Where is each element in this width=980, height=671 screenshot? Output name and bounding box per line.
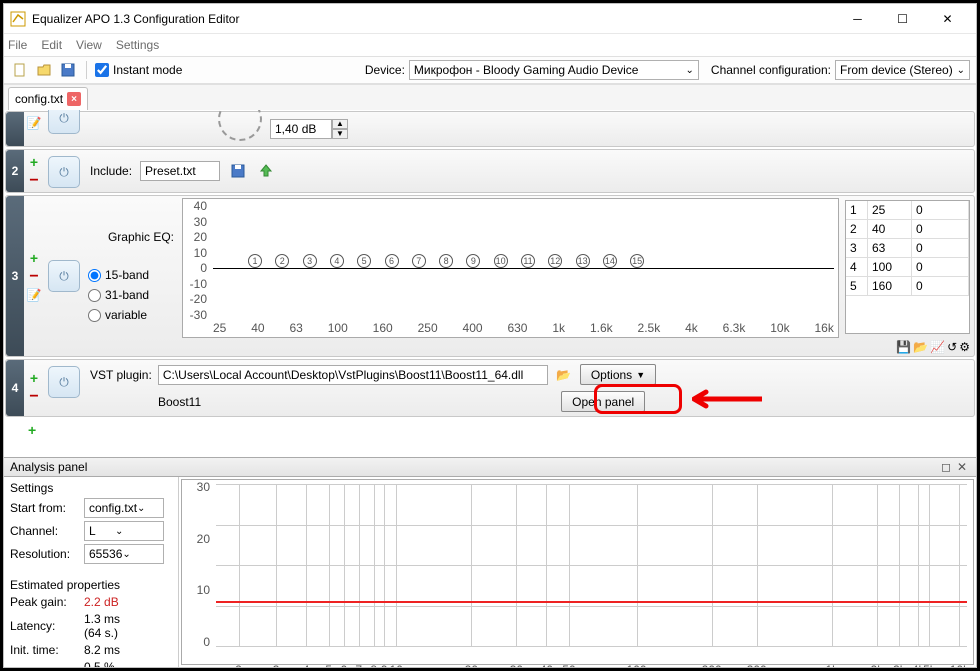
settings-heading: Settings [10, 481, 172, 495]
estimated-heading: Estimated properties [10, 578, 172, 592]
filter-row-3: 3 + − 📝 ⏻ Graphic EQ: 15-band 31-band va… [5, 195, 975, 357]
menu-file[interactable]: File [8, 38, 27, 52]
init-time-value: 8.2 ms [84, 643, 128, 657]
power-toggle[interactable]: ⏻ [48, 366, 80, 398]
remove-icon[interactable]: − [29, 268, 38, 286]
filter-row-2: 2 + − ⏻ Include: [5, 149, 975, 193]
save-icon[interactable]: 💾 [896, 340, 911, 354]
analysis-panel: Settings Start from: config.txt⌄ Channel… [4, 477, 976, 667]
channel-config-select[interactable]: From device (Stereo)⌄ [835, 60, 970, 80]
radio-variable[interactable]: variable [88, 308, 180, 322]
menu-edit[interactable]: Edit [41, 38, 62, 52]
tab-close-icon[interactable]: × [67, 92, 81, 106]
plugin-name: Boost11 [158, 395, 201, 409]
row-number [6, 112, 24, 146]
app-icon [10, 11, 26, 27]
include-label: Include: [90, 164, 132, 178]
power-toggle[interactable]: ⏻ [48, 260, 80, 292]
save-icon[interactable] [228, 161, 248, 181]
channel-config-label: Channel configuration: [711, 63, 831, 77]
start-from-select[interactable]: config.txt⌄ [84, 498, 164, 518]
remove-icon[interactable]: − [29, 172, 38, 190]
latency-value: 1.3 ms (64 s.) [84, 612, 128, 640]
analysis-graph[interactable]: 3020100 2345678910203040501002003001k2k3… [181, 479, 974, 665]
vst-path-input[interactable] [158, 365, 548, 385]
titlebar: Equalizer APO 1.3 Configuration Editor ─… [4, 4, 976, 34]
maximize-button[interactable]: ☐ [880, 5, 925, 33]
row-number: 2 [6, 150, 24, 192]
filter-row-1: 📝 ⏻ ▲▼ [5, 111, 975, 147]
gain-knob[interactable] [218, 110, 262, 141]
new-file-icon[interactable] [10, 60, 30, 80]
add-icon[interactable]: + [30, 154, 38, 170]
open-icon[interactable]: 📂 [913, 340, 928, 354]
radio-31band[interactable]: 31-band [88, 288, 180, 302]
vst-label: VST plugin: [90, 368, 152, 382]
open-file-icon[interactable] [34, 60, 54, 80]
save-icon[interactable] [58, 60, 78, 80]
toolbar: Instant mode Device: Микрофон - Bloody G… [4, 56, 976, 84]
eq-value-table[interactable]: 1250240036304100051600 [845, 200, 970, 334]
power-toggle[interactable]: ⏻ [48, 156, 80, 188]
analysis-settings: Settings Start from: config.txt⌄ Channel… [4, 477, 179, 667]
edit-icon[interactable]: 📝 [27, 288, 42, 302]
tabstrip: config.txt × [4, 84, 976, 110]
reset-icon[interactable]: ↺ [947, 340, 957, 354]
content: 📝 ⏻ ▲▼ 2 + − ⏻ Include: [4, 110, 976, 667]
gain-input[interactable]: ▲▼ [270, 119, 348, 139]
undock-icon[interactable]: ◻ [938, 460, 954, 474]
options-button[interactable]: Options ▼ [580, 364, 656, 385]
device-select[interactable]: Микрофон - Bloody Gaming Audio Device⌄ [409, 60, 699, 80]
add-icon[interactable]: + [30, 250, 38, 266]
close-icon[interactable]: ✕ [954, 460, 970, 474]
eq-graph[interactable]: 403020100-10-20-30 123456789101112131415… [182, 198, 839, 338]
add-filter-button[interactable]: + [28, 422, 36, 438]
eq-label: Graphic EQ: [84, 230, 180, 244]
chart-icon[interactable]: 📈 [930, 340, 945, 354]
cpu-usage-value: 0.5 % (one core) [84, 660, 128, 667]
menubar: File Edit View Settings [4, 34, 976, 56]
analysis-title: Analysis panel [10, 460, 87, 474]
row-number: 4 [6, 360, 24, 416]
remove-icon[interactable]: − [29, 388, 38, 406]
power-toggle[interactable]: ⏻ [48, 110, 80, 134]
window: Equalizer APO 1.3 Configuration Editor ─… [3, 3, 977, 668]
tool-icon[interactable]: ⚙ [959, 340, 970, 354]
tab-config[interactable]: config.txt × [8, 87, 88, 110]
resolution-select[interactable]: 65536⌄ [84, 544, 164, 564]
include-file-input[interactable] [140, 161, 220, 181]
instant-mode-checkbox[interactable]: Instant mode [95, 63, 182, 77]
edit-icon[interactable]: 📝 [27, 116, 42, 130]
window-title: Equalizer APO 1.3 Configuration Editor [32, 12, 835, 26]
menu-view[interactable]: View [76, 38, 102, 52]
device-label: Device: [365, 63, 405, 77]
menu-settings[interactable]: Settings [116, 38, 159, 52]
add-icon[interactable]: + [30, 370, 38, 386]
peak-gain-value: 2.2 dB [84, 595, 128, 609]
filter-row-4: 4 + − ⏻ VST plugin: 📂 Options ▼ Boost11 … [5, 359, 975, 417]
row-number: 3 [6, 196, 24, 356]
close-button[interactable]: ✕ [925, 5, 970, 33]
analysis-panel-header: Analysis panel ◻ ✕ [4, 457, 976, 477]
open-file-icon[interactable]: 📂 [554, 365, 574, 385]
minimize-button[interactable]: ─ [835, 5, 880, 33]
arrow-up-icon[interactable] [256, 161, 276, 181]
open-panel-button[interactable]: Open panel [561, 391, 645, 412]
channel-select[interactable]: L⌄ [84, 521, 164, 541]
radio-15band[interactable]: 15-band [88, 268, 180, 282]
